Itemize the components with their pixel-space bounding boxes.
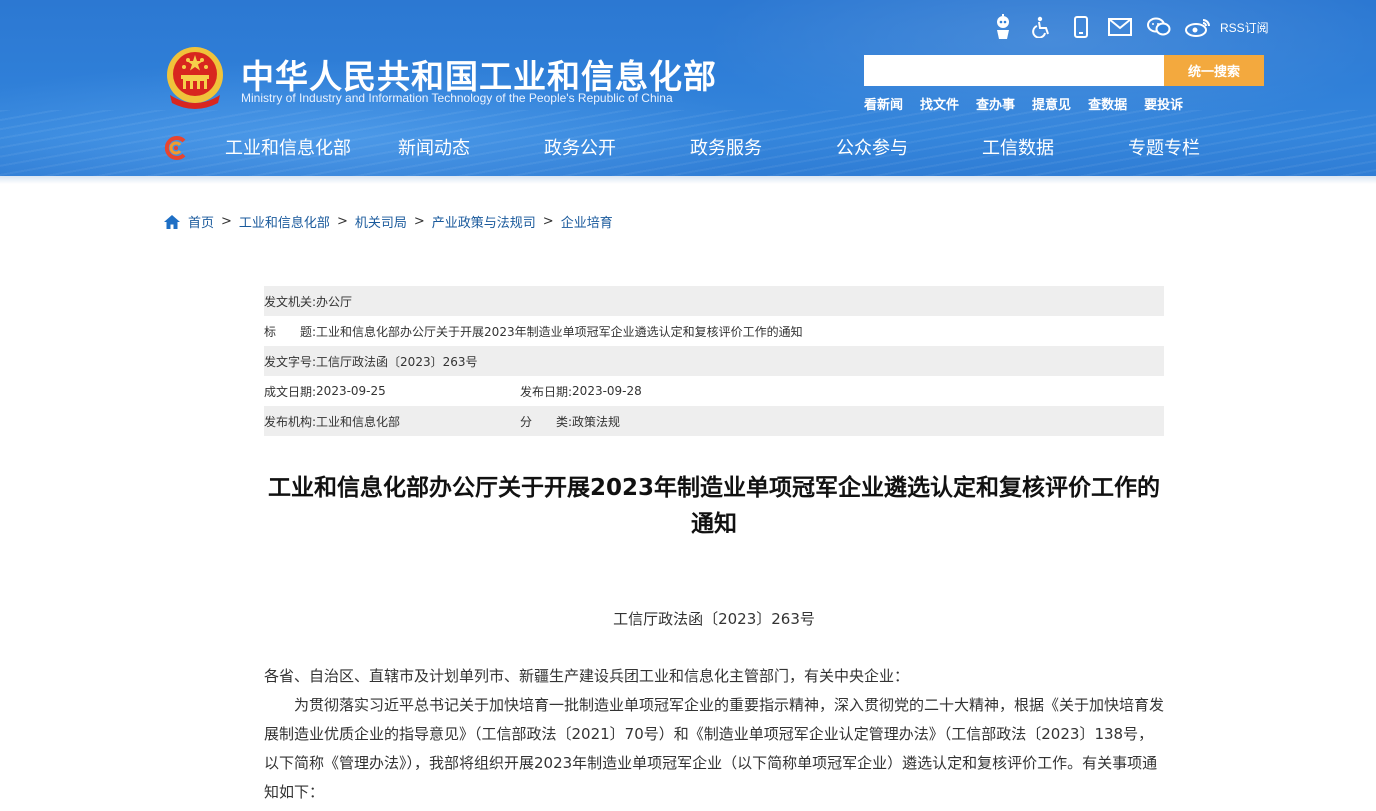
meta-row-docno: 发文字号: 工信厅政法函〔2023〕263号 — [264, 346, 1164, 376]
quick-link-news[interactable]: 看新闻 — [864, 94, 903, 113]
document-meta-table: 发文机关: 办公厅 标 题: 工业和信息化部办公厅关于开展2023年制造业单项冠… — [264, 286, 1164, 436]
meta-label: 发文字号: — [264, 354, 317, 369]
meta-label: 分 类: — [520, 414, 573, 429]
nav-item-public[interactable]: 公众参与 — [799, 134, 945, 160]
meta-label: 成文日期: — [264, 384, 317, 399]
header-shadow — [0, 176, 1376, 184]
nav-item-miit[interactable]: 工业和信息化部 — [215, 134, 361, 160]
meta-label: 标 题: — [264, 324, 317, 339]
quick-link-feedback[interactable]: 提意见 — [1032, 94, 1071, 113]
meta-docno-value: 工信厅政法函〔2023〕263号 — [316, 354, 478, 369]
national-emblem-icon[interactable] — [164, 45, 226, 109]
quick-links: 看新闻 找文件 查办事 提意见 查数据 要投诉 — [864, 94, 1200, 113]
main-nav: 工业和信息化部 新闻动态 政务公开 政务服务 公众参与 工信数据 专题专栏 — [215, 134, 1237, 160]
breadcrumb-departments[interactable]: 机关司局 — [355, 212, 407, 231]
wechat-icon[interactable] — [1146, 14, 1172, 40]
breadcrumb-separator: > — [336, 214, 348, 229]
meta-label: 发布机构: — [264, 414, 317, 429]
breadcrumb-policy-dept[interactable]: 产业政策与法规司 — [432, 212, 536, 231]
accessibility-bot-icon[interactable] — [990, 14, 1016, 40]
site-subtitle: Ministry of Industry and Information Tec… — [241, 91, 673, 105]
meta-issuer-value: 办公厅 — [316, 294, 353, 309]
tool-icon-bar: RSS订阅 — [990, 14, 1269, 40]
nav-item-news[interactable]: 新闻动态 — [361, 134, 507, 160]
breadcrumb-separator: > — [413, 214, 425, 229]
nav-item-gov-affairs[interactable]: 政务公开 — [507, 134, 653, 160]
breadcrumb-home[interactable]: 首页 — [188, 212, 214, 231]
breadcrumb-enterprise[interactable]: 企业培育 — [561, 212, 613, 231]
article-doc-number: 工信厅政法函〔2023〕263号 — [613, 610, 815, 628]
meta-label: 发文机关: — [264, 294, 317, 309]
meta-published-value: 2023-09-28 — [572, 384, 642, 398]
breadcrumb-separator: > — [542, 214, 554, 229]
search-input[interactable] — [864, 55, 1164, 86]
meta-row-title: 标 题: 工业和信息化部办公厅关于开展2023年制造业单项冠军企业遴选认定和复核… — [264, 316, 1164, 346]
meta-category-value: 政策法规 — [572, 414, 621, 429]
meta-row-org: 发布机构: 工业和信息化部 分 类: 政策法规 — [264, 406, 1164, 436]
site-header: 中华人民共和国工业和信息化部 Ministry of Industry and … — [0, 0, 1376, 180]
weibo-icon[interactable] — [1185, 14, 1211, 40]
meta-title-value: 工业和信息化部办公厅关于开展2023年制造业单项冠军企业遴选认定和复核评价工作的… — [316, 324, 803, 339]
nav-item-topics[interactable]: 专题专栏 — [1091, 134, 1237, 160]
search-button[interactable]: 统一搜索 — [1164, 55, 1264, 86]
wheelchair-icon[interactable] — [1029, 14, 1055, 40]
rss-subscribe-link[interactable]: RSS订阅 — [1220, 19, 1269, 36]
meta-created-value: 2023-09-25 — [316, 384, 386, 398]
quick-link-files[interactable]: 找文件 — [920, 94, 959, 113]
mobile-icon[interactable] — [1068, 14, 1094, 40]
miit-logo-icon — [164, 136, 186, 160]
mail-icon[interactable] — [1107, 14, 1133, 40]
quick-link-services[interactable]: 查办事 — [976, 94, 1015, 113]
breadcrumb-miit[interactable]: 工业和信息化部 — [239, 212, 330, 231]
article-salutation: 各省、自治区、直辖市及计划单列市、新疆生产建设兵团工业和信息化主管部门，有关中央… — [264, 667, 910, 685]
article-body: 各省、自治区、直辖市及计划单列市、新疆生产建设兵团工业和信息化主管部门，有关中央… — [264, 662, 1164, 807]
nav-item-gov-services[interactable]: 政务服务 — [653, 134, 799, 160]
quick-link-data[interactable]: 查数据 — [1088, 94, 1127, 113]
meta-row-dates: 成文日期: 2023-09-25 发布日期: 2023-09-28 — [264, 376, 1164, 406]
quick-link-complaint[interactable]: 要投诉 — [1144, 94, 1183, 113]
home-icon[interactable] — [164, 214, 180, 229]
article-title: 工业和信息化部办公厅关于开展2023年制造业单项冠军企业遴选认定和复核评价工作的… — [267, 475, 1160, 537]
breadcrumb: 首页 > 工业和信息化部 > 机关司局 > 产业政策与法规司 > 企业培育 — [164, 212, 613, 231]
breadcrumb-separator: > — [221, 214, 232, 229]
article-paragraph: 为贯彻落实习近平总书记关于加快培育一批制造业单项冠军企业的重要指示精神，深入贯彻… — [264, 696, 1165, 801]
meta-label: 发布日期: — [520, 384, 573, 399]
meta-row-issuer: 发文机关: 办公厅 — [264, 286, 1164, 316]
meta-org-value: 工业和信息化部 — [316, 414, 401, 429]
nav-item-data[interactable]: 工信数据 — [945, 134, 1091, 160]
